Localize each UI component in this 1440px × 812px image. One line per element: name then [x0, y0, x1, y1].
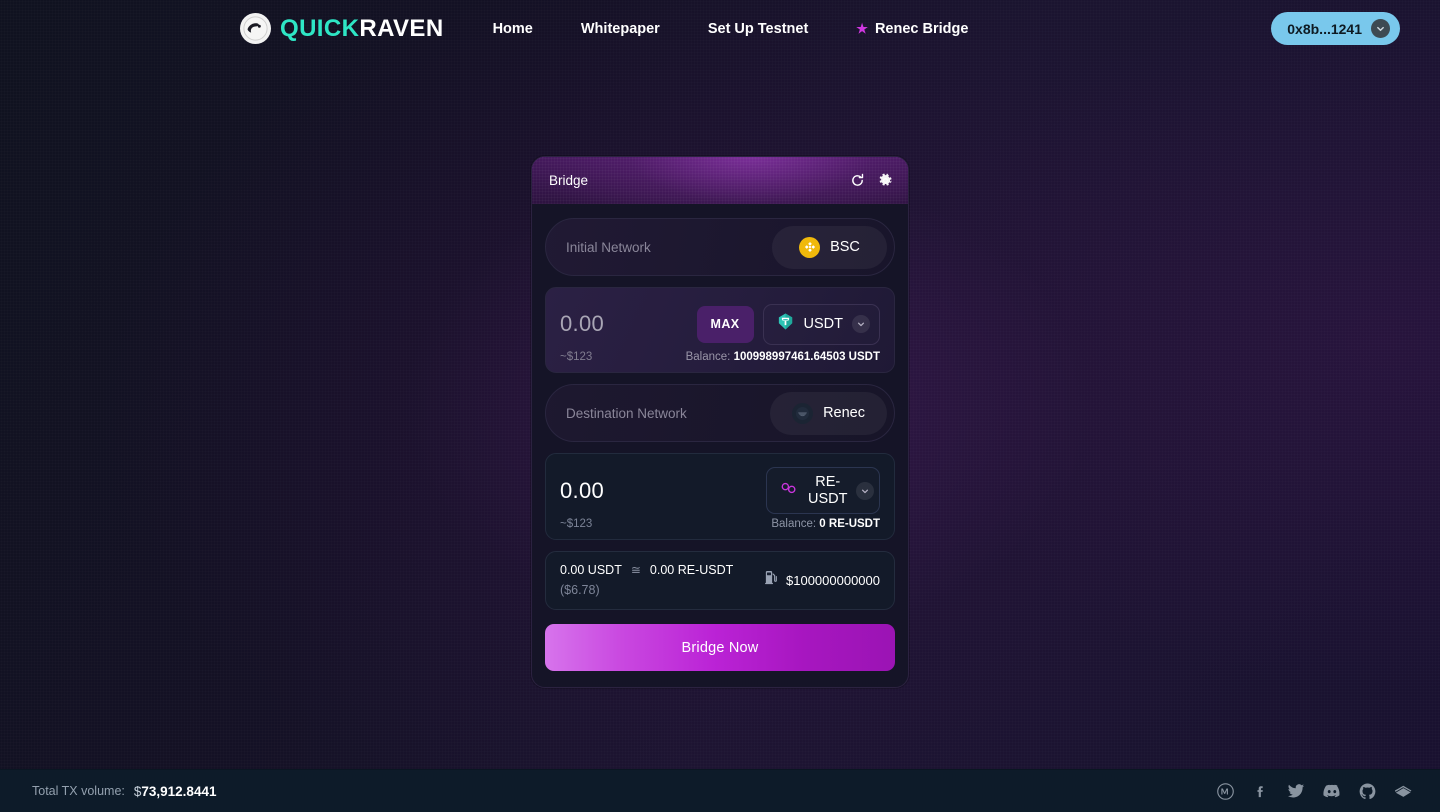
gas-fee: $100000000000	[764, 570, 880, 590]
source-balance-value: 100998997461.64503 USDT	[733, 351, 880, 363]
destination-amount-controls: RE-USDT	[766, 467, 880, 515]
star-icon: ★	[856, 21, 868, 36]
twitter-icon[interactable]	[1287, 782, 1305, 800]
destination-token-selector[interactable]: RE-USDT	[766, 467, 880, 515]
destination-amount-usd: ~$123	[560, 518, 593, 531]
brand-name: QUICKRAVEN	[280, 14, 444, 42]
initial-network-value: BSC	[830, 239, 860, 255]
source-token-selector[interactable]: USDT	[762, 303, 880, 345]
nav-link-whitepaper-label: Whitepaper	[580, 20, 660, 37]
source-amount-box: 0.00 MAX USDT ~$123 Balance: 10099899746…	[545, 287, 895, 373]
bridge-card-header: Bridge	[532, 157, 908, 204]
source-amount-usd: ~$123	[560, 351, 593, 363]
destination-amount-meta: ~$123 Balance: 0 RE-USDT	[560, 518, 880, 530]
renec-chain-icon	[792, 402, 814, 424]
top-navbar: QUICKRAVEN Home Whitepaper Set Up Testne…	[0, 0, 1440, 57]
bridge-card-title: Bridge	[549, 173, 589, 188]
brand-logo[interactable]: QUICKRAVEN	[240, 13, 444, 44]
destination-amount-input[interactable]: 0.00	[560, 478, 604, 504]
rate-from: 0.00 USDT	[560, 563, 622, 578]
source-amount-top: 0.00 MAX USDT	[560, 301, 880, 347]
medium-icon[interactable]	[1217, 782, 1234, 800]
chevron-down-icon	[856, 481, 875, 500]
discord-icon[interactable]	[1323, 784, 1341, 798]
initial-network-label: Initial Network	[566, 239, 651, 255]
approx-equals-icon: ≅	[630, 563, 641, 578]
footer-bar: Total TX volume: $73,912.8441	[0, 769, 1440, 812]
nav-link-bridge-label: Renec Bridge	[874, 20, 969, 37]
total-tx-volume-value: $73,912.8441	[134, 784, 217, 799]
wallet-address-button[interactable]: 0x8b...1241	[1271, 12, 1400, 45]
nav-link-testnet-label: Set Up Testnet	[707, 20, 809, 37]
brand-name-raven: RAVEN	[359, 14, 444, 42]
rate-line: 0.00 USDT ≅ 0.00 RE-USDT	[560, 563, 733, 577]
rate-summary-box: 0.00 USDT ≅ 0.00 RE-USDT ($6.78) $100000…	[545, 551, 895, 611]
app-root: QUICKRAVEN Home Whitepaper Set Up Testne…	[0, 0, 1440, 812]
nav-link-home[interactable]: Home	[469, 21, 557, 37]
total-tx-volume-label: Total TX volume:	[32, 784, 125, 798]
gear-icon[interactable]	[878, 173, 893, 188]
nav-link-set-up-testnet[interactable]: Set Up Testnet	[684, 21, 832, 37]
wallet-address-label: 0x8b...1241	[1287, 20, 1362, 37]
rate-to: 0.00 RE-USDT	[649, 563, 734, 578]
source-amount-meta: ~$123 Balance: 100998997461.64503 USDT	[560, 351, 880, 363]
re-usdt-icon	[779, 480, 799, 501]
bridge-card: Bridge Initial Network BSC 0.00 MAX USDT…	[531, 156, 909, 689]
bridge-card-body: Initial Network BSC 0.00 MAX USDT ~$123 …	[532, 204, 908, 687]
initial-network-row: Initial Network BSC	[545, 218, 895, 276]
facebook-icon[interactable]	[1252, 783, 1269, 800]
initial-network-selector[interactable]: BSC	[772, 225, 887, 269]
destination-amount-top: 0.00 RE-USDT	[560, 467, 880, 515]
nav-link-renec-bridge[interactable]: ★ Renec Bridge	[832, 21, 992, 37]
chevron-down-icon	[1371, 19, 1390, 38]
destination-network-selector[interactable]: Renec	[770, 391, 887, 435]
destination-balance-label: Balance:	[771, 518, 817, 531]
source-balance: Balance: 100998997461.64503 USDT	[686, 351, 880, 363]
destination-balance: Balance: 0 RE-USDT	[771, 518, 880, 530]
destination-network-label: Destination Network	[566, 405, 687, 421]
source-amount-input[interactable]: 0.00	[560, 311, 604, 337]
source-amount-controls: MAX USDT	[696, 303, 880, 345]
destination-network-row: Destination Network Renec	[545, 384, 895, 442]
social-links	[1217, 782, 1412, 800]
gitbook-icon[interactable]	[1394, 784, 1412, 798]
bridge-now-button[interactable]: Bridge Now	[545, 624, 895, 672]
nav-links: Home Whitepaper Set Up Testnet ★ Renec B…	[469, 21, 993, 37]
destination-amount-box: 0.00 RE-USDT ~$123 Balance: 0 RE-USDT	[545, 453, 895, 541]
nav-link-home-label: Home	[492, 20, 533, 37]
raven-logo-icon	[240, 13, 271, 44]
usdt-tether-icon	[776, 312, 795, 336]
tx-amount: 73,912.8441	[141, 783, 217, 799]
gas-pump-icon	[764, 570, 778, 590]
chevron-down-icon	[852, 315, 870, 333]
destination-network-value: Renec	[823, 405, 865, 421]
gas-fee-amount: $100000000000	[786, 572, 880, 588]
max-button[interactable]: MAX	[696, 305, 754, 343]
bsc-chain-icon	[799, 236, 821, 258]
destination-token-name: RE-USDT	[808, 474, 848, 507]
github-icon[interactable]	[1359, 782, 1376, 800]
rate-usd: ($6.78)	[560, 583, 600, 598]
brand-name-quick: QUICK	[280, 14, 360, 42]
source-balance-label: Balance:	[685, 351, 731, 363]
bridge-card-actions	[850, 173, 893, 188]
nav-link-whitepaper[interactable]: Whitepaper	[557, 21, 684, 37]
source-token-name: USDT	[803, 316, 843, 332]
rate-left: 0.00 USDT ≅ 0.00 RE-USDT ($6.78)	[560, 563, 733, 597]
refresh-icon[interactable]	[850, 173, 865, 188]
destination-balance-value: 0 RE-USDT	[819, 518, 880, 531]
